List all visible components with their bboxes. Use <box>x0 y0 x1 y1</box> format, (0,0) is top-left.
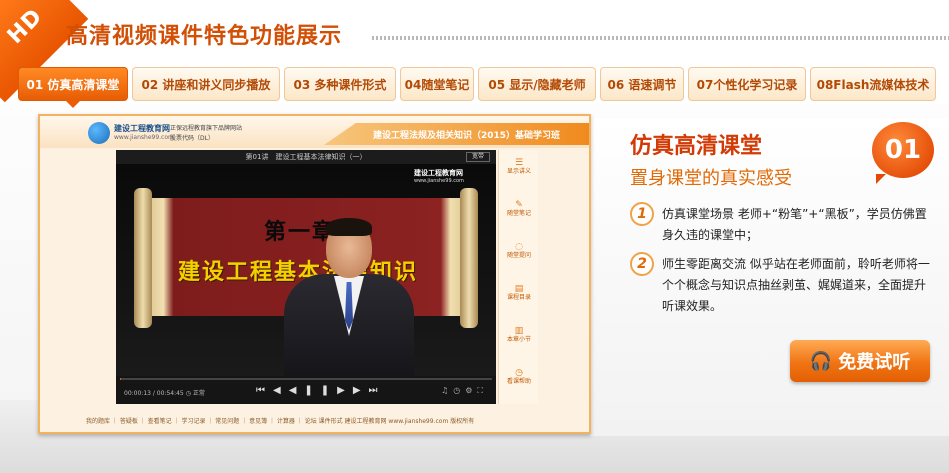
point-number-1: 1 <box>630 202 654 226</box>
playback-buttons[interactable]: ⏮◀◀❚❚▶▶⏭ <box>256 385 386 396</box>
stock-code: 股票代码（DL） <box>170 135 214 142</box>
handout-icon: ☰ <box>514 158 524 168</box>
side-item-label: 课程目录 <box>506 294 531 301</box>
player-extra-icons[interactable]: ♫◷⚙⛶ <box>441 386 488 396</box>
site-logo-icon <box>88 122 110 144</box>
progress-bar[interactable] <box>120 378 492 380</box>
video-player[interactable]: 第01讲 建设工程基本法律知识（一） 宽带 第一章 建设工程基本法律知识 建设工… <box>116 150 496 404</box>
video-watermark: 建设工程教育网 <box>414 169 463 177</box>
feature-showcase-page: HD 高清视频课件特色功能展示 01 仿真高清课堂 02 讲座和讲义同步播放 0… <box>0 0 949 473</box>
tab-08-flash-streaming[interactable]: 08Flash流媒体技术 <box>810 67 936 101</box>
feature-subtitle: 置身课堂的真实感受 <box>630 168 792 189</box>
side-item-label: 显示讲义 <box>506 168 531 175</box>
site-url: www.jianshe99.com <box>114 134 174 141</box>
help-icon: ◷ <box>515 368 523 378</box>
video-title-text: 第01讲 建设工程基本法律知识（一） <box>245 153 367 161</box>
teacher-hair <box>326 218 372 236</box>
feature-title: 仿真高清课堂 <box>630 134 763 159</box>
free-trial-label: 免费试听 <box>838 352 911 373</box>
tab-03-course-formats[interactable]: 03 多种课件形式 <box>284 67 396 101</box>
chat-icon: ◌ <box>515 242 523 252</box>
feature-point-2: 2 师生零距离交流 似乎站在老师面前，聆听老师将一个个概念与知识点抽丝剥茧、娓娓… <box>630 252 936 320</box>
site-slogan: 正保远程教育旗下品牌网站 <box>170 125 243 132</box>
site-name: 建设工程教育网 <box>114 124 170 133</box>
side-item-label: 看课帮助 <box>506 378 531 385</box>
feature-point-1: 1 仿真课堂场景 老师+“粉笔”+“黑板”，学员仿佛置身久违的课堂中； <box>630 202 936 248</box>
side-item-notes[interactable]: ✎ 随堂笔记 <box>499 200 539 218</box>
side-item-label: 随堂提问 <box>506 252 531 259</box>
player-controls: 00:00:13 / 00:54:45 ◷ 正常 ⏮◀◀❚❚▶▶⏭ ♫◷⚙⛶ <box>116 376 496 404</box>
side-item-label: 本章小节 <box>506 336 531 343</box>
free-trial-button[interactable]: 🎧 免费试听 <box>790 340 930 382</box>
course-player-screenshot: 建设工程教育网 www.jianshe99.com 正保远程教育旗下品牌网站 股… <box>38 114 591 434</box>
header-divider <box>372 36 949 40</box>
page-title: 高清视频课件特色功能展示 <box>66 24 343 49</box>
tab-06-speed[interactable]: 06 语速调节 <box>600 67 684 101</box>
side-item-catalog[interactable]: ▤ 课程目录 <box>499 284 539 302</box>
scroll-rod-right <box>460 188 478 328</box>
point-text-1: 仿真课堂场景 老师+“粉笔”+“黑板”，学员仿佛置身久违的课堂中； <box>662 207 927 242</box>
side-item-chapter-summary[interactable]: ▥ 本章小节 <box>499 326 539 344</box>
point-number-2: 2 <box>630 252 654 276</box>
list-icon: ▤ <box>514 284 524 294</box>
headphones-icon: 🎧 <box>809 350 833 372</box>
side-item-show-handout[interactable]: ☰ 显示讲义 <box>499 158 539 176</box>
player-footer-links[interactable]: 我的题库 ｜ 答疑板 ｜ 查看笔记 ｜ 学习记录 ｜ 常见问题 ｜ 意见簿 ｜ … <box>86 416 556 430</box>
pencil-icon: ✎ <box>515 200 523 210</box>
scroll-rod-left <box>134 188 152 328</box>
tab-04-notes[interactable]: 04随堂笔记 <box>400 67 474 101</box>
tab-01-simulated-classroom[interactable]: 01 仿真高清课堂 <box>18 67 128 108</box>
player-header: 建设工程教育网 www.jianshe99.com 正保远程教育旗下品牌网站 股… <box>40 116 589 148</box>
tab-05-show-hide-teacher[interactable]: 05 显示/隐藏老师 <box>478 67 596 101</box>
video-title: 第01讲 建设工程基本法律知识（一） 宽带 <box>116 150 496 164</box>
feature-number-badge: 01 <box>872 122 934 184</box>
time-readout: 00:00:13 / 00:54:45 <box>124 390 184 397</box>
side-item-questions[interactable]: ◌ 随堂提问 <box>499 242 539 260</box>
tab-02-synced-playback[interactable]: 02 讲座和讲义同步播放 <box>132 67 280 101</box>
course-title-bar: 建设工程法规及相关知识（2015）基础学习班 <box>324 123 589 145</box>
playback-time: 00:00:13 / 00:54:45 ◷ 正常 <box>124 390 205 397</box>
player-sidebar: ☰ 显示讲义 ✎ 随堂笔记 ◌ 随堂提问 ▤ 课程目录 ▥ 本章小节 ◷ 看课帮… <box>498 150 538 404</box>
side-item-label: 随堂笔记 <box>506 210 531 217</box>
speed-label[interactable]: 正常 <box>193 390 205 397</box>
classroom-scene: 第一章 建设工程基本法律知识 建设工程教育网 www.jianshe99.com <box>116 164 496 376</box>
side-item-help[interactable]: ◷ 看课帮助 <box>499 368 539 386</box>
progress-fill <box>120 378 122 380</box>
point-text-2: 师生零距离交流 似乎站在老师面前，聆听老师将一个个概念与知识点抽丝剥茧、娓娓道来… <box>662 257 930 313</box>
bandwidth-button[interactable]: 宽带 <box>465 152 490 162</box>
feature-tabs: 01 仿真高清课堂 02 讲座和讲义同步播放 03 多种课件形式 04随堂笔记 … <box>18 67 943 108</box>
video-watermark-url: www.jianshe99.com <box>414 178 464 184</box>
document-icon: ▥ <box>514 326 524 336</box>
tab-07-learning-record[interactable]: 07个性化学习记录 <box>688 67 806 101</box>
